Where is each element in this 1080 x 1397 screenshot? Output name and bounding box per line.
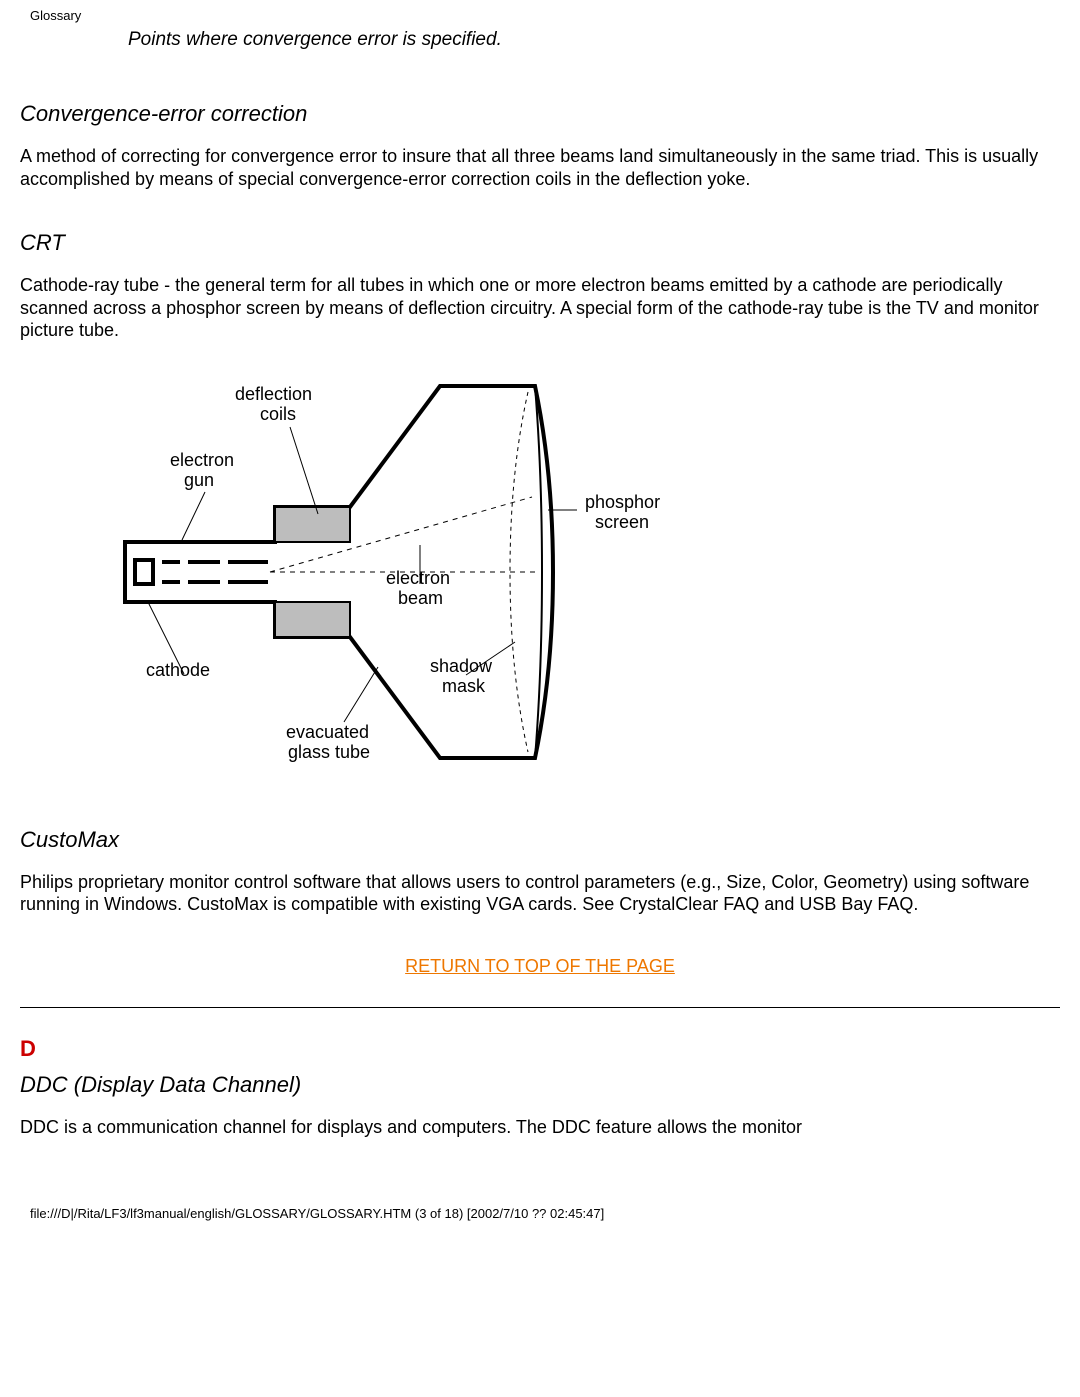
term-definition: A method of correcting for convergence e… (20, 145, 1060, 190)
footer-file-path: file:///D|/Rita/LF3/lf3manual/english/GL… (20, 1178, 1060, 1233)
glossary-entry-customax: CustoMax Philips proprietary monitor con… (20, 827, 1060, 916)
svg-text:mask: mask (442, 676, 486, 696)
glossary-entry-convergence-error-correction: Convergence-error correction A method of… (20, 101, 1060, 190)
glossary-entry-crt: CRT Cathode-ray tube - the general term … (20, 230, 1060, 787)
figure-caption: Points where convergence error is specif… (128, 29, 1060, 51)
label-evacuated-glass-tube: evacuated (286, 722, 369, 742)
label-electron-beam: electron (386, 568, 450, 588)
label-electron-gun: electron (170, 450, 234, 470)
term-definition: DDC is a communication channel for displ… (20, 1116, 1060, 1139)
letter-heading-d: D (20, 1036, 1060, 1062)
glossary-entry-ddc: DDC (Display Data Channel) DDC is a comm… (20, 1072, 1060, 1139)
divider (20, 1007, 1060, 1008)
breadcrumb: Glossary (20, 0, 1060, 29)
term-title: CustoMax (20, 827, 1060, 853)
label-cathode: cathode (146, 660, 210, 680)
return-to-top-link[interactable]: RETURN TO TOP OF THE PAGE (405, 956, 675, 976)
label-shadow-mask: shadow (430, 656, 493, 676)
term-title: Convergence-error correction (20, 101, 1060, 127)
svg-text:gun: gun (184, 470, 214, 490)
term-definition: Philips proprietary monitor control soft… (20, 871, 1060, 916)
label-deflection-coils: deflection (235, 384, 312, 404)
svg-text:coils: coils (260, 404, 296, 424)
term-title: CRT (20, 230, 1060, 256)
label-phosphor-screen: phosphor (585, 492, 660, 512)
term-title: DDC (Display Data Channel) (20, 1072, 1060, 1098)
svg-text:beam: beam (398, 588, 443, 608)
svg-text:glass tube: glass tube (288, 742, 370, 762)
term-definition: Cathode-ray tube - the general term for … (20, 274, 1060, 342)
crt-diagram: deflection coils electron gun phosphor s… (80, 362, 1060, 787)
svg-text:screen: screen (595, 512, 649, 532)
